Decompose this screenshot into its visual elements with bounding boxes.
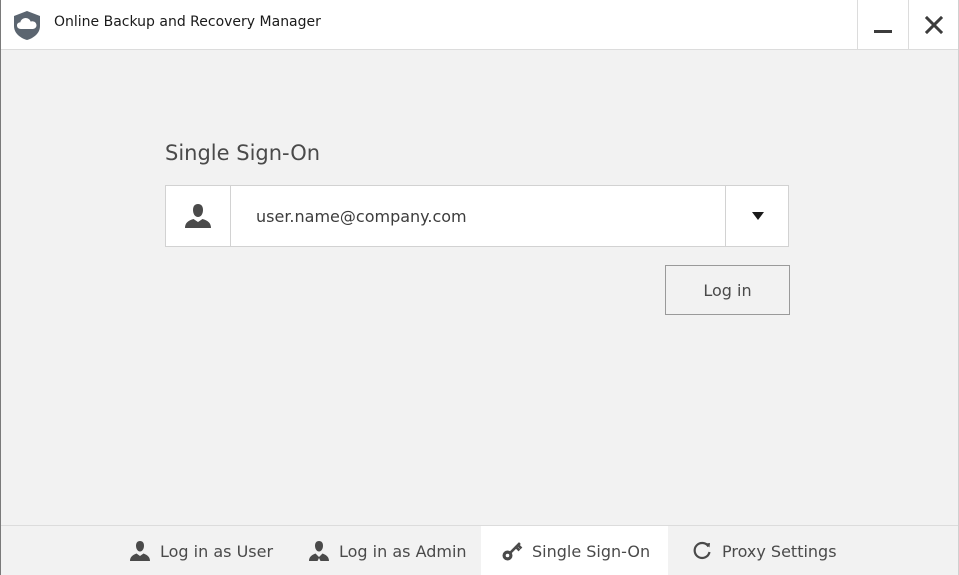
user-icon-cell bbox=[166, 186, 231, 246]
tab-single-sign-on[interactable]: Single Sign-On bbox=[481, 526, 668, 575]
minimize-button[interactable] bbox=[857, 0, 907, 49]
bottom-tab-bar: Log in as User Log in as Admin Single Si… bbox=[1, 525, 958, 575]
admin-icon bbox=[309, 541, 329, 561]
app-title: Online Backup and Recovery Manager bbox=[54, 14, 321, 30]
login-field-group bbox=[165, 185, 789, 247]
tab-label: Single Sign-On bbox=[532, 541, 651, 561]
cloud-shield-logo-icon bbox=[14, 11, 40, 40]
app-window: Online Backup and Recovery Manager Singl… bbox=[0, 0, 959, 575]
tab-proxy-settings[interactable]: Proxy Settings bbox=[691, 526, 837, 575]
key-icon bbox=[502, 542, 523, 561]
tab-label: Log in as Admin bbox=[339, 541, 467, 561]
user-icon bbox=[130, 541, 150, 561]
close-icon bbox=[924, 15, 943, 34]
title-bar: Online Backup and Recovery Manager bbox=[1, 0, 958, 50]
tab-log-in-as-user[interactable]: Log in as User bbox=[129, 526, 273, 575]
minimize-icon bbox=[873, 30, 892, 33]
account-dropdown-button[interactable] bbox=[725, 186, 789, 246]
tab-label: Log in as User bbox=[160, 541, 274, 561]
tab-log-in-as-admin[interactable]: Log in as Admin bbox=[308, 526, 467, 575]
user-icon bbox=[185, 204, 211, 228]
sync-icon bbox=[693, 541, 711, 560]
email-input[interactable] bbox=[231, 186, 725, 246]
login-button[interactable]: Log in bbox=[665, 265, 790, 315]
page-title: Single Sign-On bbox=[165, 141, 321, 165]
chevron-down-icon bbox=[751, 212, 764, 220]
tab-label: Proxy Settings bbox=[722, 541, 837, 561]
close-button[interactable] bbox=[908, 0, 958, 49]
